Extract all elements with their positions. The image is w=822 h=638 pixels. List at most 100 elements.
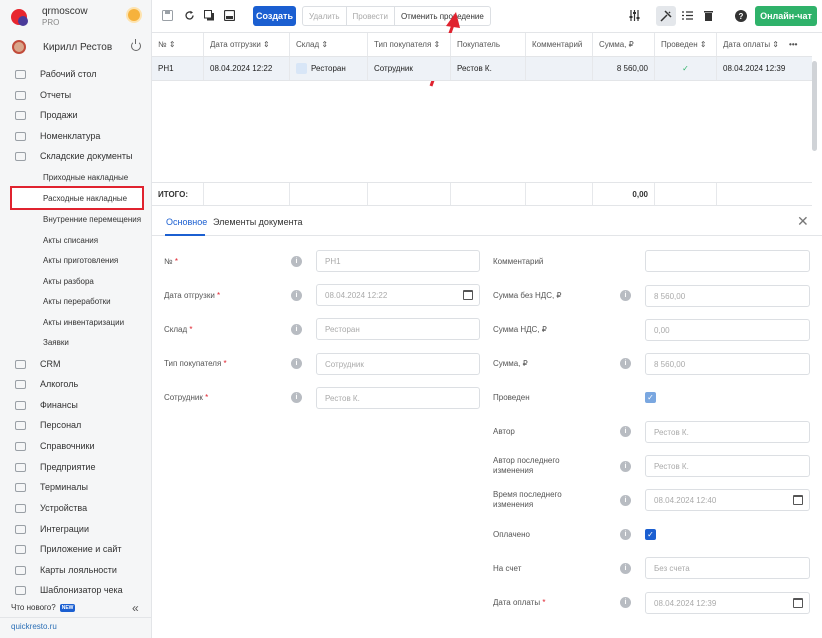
account-field[interactable]: Без счета — [645, 557, 810, 579]
sidebar-item-dashboard[interactable]: Рабочий стол — [0, 64, 152, 84]
posted-checkbox[interactable]: ✓ — [645, 392, 656, 403]
author-field[interactable]: Рестов К. — [645, 421, 810, 443]
col-payment-date[interactable]: Дата оплаты ⇕ ••• — [717, 33, 812, 56]
info-icon[interactable]: i — [620, 495, 631, 506]
org-block[interactable]: qrmoscow PRO — [42, 6, 88, 28]
employee-field[interactable]: Рестов К. — [316, 387, 480, 409]
close-icon[interactable]: ✕ — [797, 213, 809, 230]
cell-number: РН1 — [152, 57, 204, 80]
copy-icon[interactable] — [204, 10, 215, 21]
tab-document-items[interactable]: Элементы документа — [213, 217, 303, 227]
collapse-sidebar-icon[interactable]: « — [132, 601, 139, 615]
tab-main[interactable]: Основное — [166, 217, 207, 227]
col-buyer-type[interactable]: Тип покупателя ⇕ — [368, 33, 451, 56]
sidebar-item-receipt[interactable]: Шаблонизатор чека — [0, 580, 152, 600]
whats-new-link[interactable]: Что нового? NEW — [11, 603, 76, 612]
col-buyer[interactable]: Покупатель — [451, 33, 526, 56]
sum-no-vat-field[interactable]: 8 560,00 — [645, 285, 810, 307]
col-number[interactable]: № ⇕ — [152, 33, 204, 56]
list-view-icon[interactable] — [682, 10, 693, 21]
sidebar-item-alcohol[interactable]: Алкоголь — [0, 374, 152, 394]
theme-toggle-icon[interactable] — [128, 9, 140, 21]
help-icon[interactable]: ? — [735, 10, 747, 22]
more-icon[interactable]: ••• — [789, 40, 797, 49]
info-icon[interactable]: i — [620, 563, 631, 574]
col-ship-date[interactable]: Дата отгрузки ⇕ — [204, 33, 290, 56]
calendar-icon[interactable] — [793, 495, 803, 505]
refresh-icon[interactable] — [184, 10, 195, 21]
user-block[interactable]: Кирилл Рестов — [0, 37, 152, 57]
sidebar-item-terminals[interactable]: Терминалы — [0, 477, 152, 497]
info-icon[interactable]: i — [620, 529, 631, 540]
last-edit-time-field[interactable]: 08.04.2024 12:40 — [645, 489, 810, 511]
col-posted[interactable]: Проведен ⇕ — [655, 33, 717, 56]
payment-date-field[interactable]: 08.04.2024 12:39 — [645, 592, 810, 614]
calendar-icon[interactable] — [793, 598, 803, 608]
sidebar-sub-processing[interactable]: Акты переработки — [0, 291, 152, 311]
vat-field[interactable]: 0,00 — [645, 319, 810, 341]
logout-icon[interactable] — [131, 39, 141, 51]
ship-date-field[interactable]: 08.04.2024 12:22 — [316, 284, 480, 306]
info-icon[interactable]: i — [620, 290, 631, 301]
sidebar-item-directory[interactable]: Справочники — [0, 436, 152, 456]
brand-logo-icon[interactable] — [11, 8, 28, 26]
filter-settings-icon[interactable] — [628, 9, 641, 22]
comment-field[interactable] — [645, 250, 810, 272]
footer-site-link[interactable]: quickresto.ru — [11, 622, 57, 631]
sidebar-item-app[interactable]: Приложение и сайт — [0, 539, 152, 559]
sidebar-sub-disassembly[interactable]: Акты разбора — [0, 271, 152, 291]
sidebar-item-warehouse[interactable]: Складские документы — [0, 146, 152, 166]
number-field[interactable]: РН1 — [316, 250, 480, 272]
sidebar-item-reports[interactable]: Отчеты — [0, 85, 152, 105]
sidebar-sub-outgoing[interactable]: Расходные накладные — [0, 188, 152, 208]
sidebar-item-enterprise[interactable]: Предприятие — [0, 457, 152, 477]
sidebar-item-sales[interactable]: Продажи — [0, 105, 152, 125]
warehouse-field[interactable]: Ресторан — [316, 318, 480, 340]
sidebar-item-catalog[interactable]: Номенклатура — [0, 126, 152, 146]
print-icon[interactable] — [224, 10, 235, 21]
sidebar-item-loyalty[interactable]: Карты лояльности — [0, 560, 152, 580]
post-button[interactable]: Провести — [347, 7, 395, 25]
info-icon[interactable]: i — [620, 597, 631, 608]
col-sum[interactable]: Сумма, ₽ — [593, 33, 655, 56]
sum-field[interactable]: 8 560,00 — [645, 353, 810, 375]
info-icon[interactable]: i — [291, 324, 302, 335]
info-icon[interactable]: i — [620, 358, 631, 369]
sidebar-divider — [0, 617, 152, 618]
sidebar-item-devices[interactable]: Устройства — [0, 498, 152, 518]
buyer-type-field[interactable]: Сотрудник — [316, 353, 480, 375]
info-icon[interactable]: i — [620, 426, 631, 437]
info-icon[interactable]: i — [620, 461, 631, 472]
enterprise-icon — [15, 462, 26, 472]
sidebar-sub-writeoffs[interactable]: Акты списания — [0, 230, 152, 250]
sidebar-item-staff[interactable]: Персонал — [0, 415, 152, 435]
info-icon[interactable]: i — [291, 358, 302, 369]
col-warehouse[interactable]: Склад ⇕ — [290, 33, 368, 56]
save-icon[interactable] — [162, 10, 173, 21]
sidebar-item-finance[interactable]: Финансы — [0, 395, 152, 415]
tools-button[interactable] — [656, 6, 676, 26]
create-button[interactable]: Создать — [253, 6, 296, 26]
link-icon[interactable] — [296, 63, 307, 74]
info-icon[interactable]: i — [291, 256, 302, 267]
sidebar-item-crm[interactable]: CRM — [0, 354, 152, 374]
sidebar-sub-inventory[interactable]: Акты инвентаризации — [0, 312, 152, 332]
online-chat-button[interactable]: Онлайн-чат — [755, 6, 817, 26]
table-row[interactable]: РН1 08.04.2024 12:22 Ресторан Сотрудник … — [152, 57, 812, 81]
info-icon[interactable]: i — [291, 290, 302, 301]
org-plan: PRO — [42, 17, 60, 27]
col-comment[interactable]: Комментарий — [526, 33, 593, 56]
sidebar-sub-cooking[interactable]: Акты приготовления — [0, 250, 152, 270]
vat-label: Сумма НДС, ₽ — [493, 325, 547, 334]
sidebar-sub-requests[interactable]: Заявки — [0, 332, 152, 352]
info-icon[interactable]: i — [291, 392, 302, 403]
paid-checkbox[interactable]: ✓ — [645, 529, 656, 540]
table-scrollbar[interactable] — [812, 61, 817, 151]
sidebar-sub-incoming[interactable]: Приходные накладные — [0, 167, 152, 187]
trash-icon[interactable] — [703, 10, 714, 21]
delete-button[interactable]: Удалить — [303, 7, 347, 25]
calendar-icon[interactable] — [463, 290, 473, 300]
last-editor-field[interactable]: Рестов К. — [645, 455, 810, 477]
sidebar-item-integrations[interactable]: Интеграции — [0, 519, 152, 539]
sidebar-sub-transfers[interactable]: Внутренние перемещения — [0, 209, 152, 229]
